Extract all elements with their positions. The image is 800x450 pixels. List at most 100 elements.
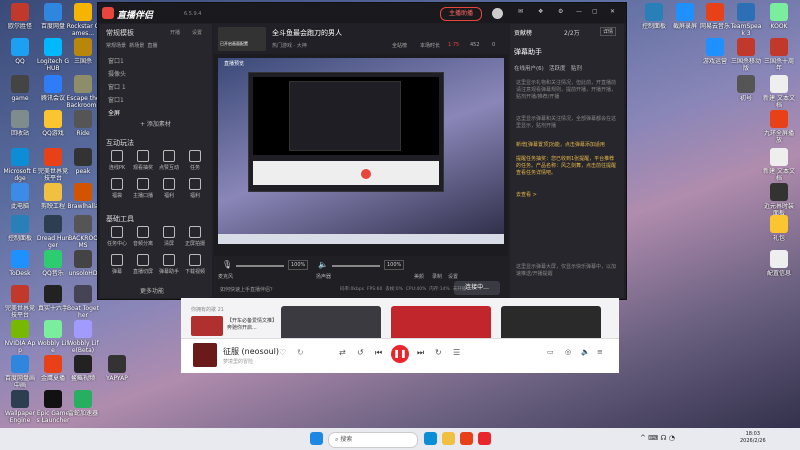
desktop-icon[interactable]: Brawlhalla [66,183,100,210]
tool-button[interactable]: 主播口播 [130,178,156,199]
add-material-button[interactable]: + 添加素材 [140,119,171,128]
more-features-button[interactable]: 更多功能 [140,286,164,295]
desktop-icon[interactable]: 礼包 [762,215,796,242]
desktop-icon[interactable]: QQ音乐 [36,250,70,277]
avatar[interactable] [492,8,503,19]
desktop-icon[interactable]: 金鹰夏播 [36,355,70,382]
desktop-icon[interactable]: QQ [3,38,37,65]
desktop-icon[interactable]: QQ游戏 [36,110,70,137]
beauty-button[interactable]: 美颜 [414,273,424,280]
pause-button[interactable]: ❚❚ [391,345,409,363]
tool-button[interactable]: 清屏 [156,226,182,247]
mic-volume[interactable]: 100% [288,260,309,270]
desktop-icon[interactable]: 配置信息 [762,250,796,277]
desktop-icon[interactable]: 百度网盘 [36,3,70,30]
rewind-icon[interactable]: ↺ [357,348,364,357]
tool-button[interactable]: 音频分离 [130,226,156,247]
speaker-icon[interactable]: 🔈 [318,260,328,269]
desktop-icon[interactable]: Wallpaper Engine [3,390,37,424]
menu-settings[interactable]: 设置 [192,29,202,36]
desktop-icon[interactable]: 三国杀十周年 [762,38,796,72]
stat-rank[interactable]: 全站榜 [392,42,407,49]
album-card[interactable] [281,306,381,342]
tab-online-users[interactable]: 在线用户(6) [514,66,544,72]
desktop-icon[interactable]: KOOK [762,3,796,30]
tool-button[interactable]: 正屏拍摄 [182,226,208,247]
stream-title[interactable]: 全斗鱼最会跑刀的男人 [272,28,342,38]
desktop-icon[interactable]: Microsoft Edge [3,148,37,182]
desktop-icon[interactable]: 网易云音乐 [698,3,732,30]
desktop-icon[interactable]: 剪映工程 [36,183,70,210]
live-app-taskbar-icon[interactable] [460,432,473,445]
desktop-icon[interactable]: Epic Games Launcher [36,390,70,424]
desktop-icon[interactable]: 完美世界竞技平台 [3,285,37,319]
danmu-message[interactable]: 提醒任务抽奖：您已收到1张提醒，平台推荐的任务。产品名称：风之剑舞，点击前往提醒… [516,156,618,177]
music-taskbar-icon[interactable] [478,432,491,445]
tool-button[interactable]: 福利 [156,178,182,199]
share-icon[interactable]: ↻ [297,348,304,357]
menu-open[interactable]: 开播 [170,29,180,36]
scene-item[interactable]: 窗口1 [108,56,206,66]
song-card-cover[interactable] [191,316,223,336]
loop-icon[interactable]: ⇄ [339,348,346,357]
mic-slider[interactable] [236,265,284,267]
desktop-icon[interactable]: 截屏录屏 [668,3,702,30]
settings-icon[interactable]: ⚙ [558,8,563,15]
speaker-slider[interactable] [332,265,380,267]
desktop-icon[interactable]: 三国杀 [66,38,100,65]
desktop-icon[interactable]: 控制面板 [3,215,37,242]
settings-button[interactable]: 设置 [448,273,458,280]
quality-icon[interactable]: ▭ [547,348,554,356]
desktop-icon[interactable]: Wobbly Life [36,320,70,354]
scene-item[interactable]: 窗口 1 [108,82,206,92]
danmu-message[interactable]: 去查看 > [516,192,618,199]
desktop-icon[interactable]: 三国杀移动版 [729,38,763,72]
desktop-icon[interactable]: NVIDIA App [3,320,37,354]
desktop-icon[interactable]: 游戏运营 [698,38,732,65]
mic-icon[interactable]: 🎙 [222,260,232,269]
start-icon[interactable] [310,432,323,445]
live-assist-button[interactable]: 主播助播 [440,7,482,21]
minimize-icon[interactable]: — [576,8,582,15]
desktop-icon[interactable]: 新建 文本文档 [762,75,796,109]
record-button[interactable]: 录制 [432,273,442,280]
desktop-icon[interactable]: 腾讯会议 [36,75,70,102]
playlist-icon[interactable]: ☰ [453,348,460,357]
maximize-icon[interactable]: ▢ [592,8,598,15]
stream-thumbnail[interactable]: 已开启画面配置 [218,27,266,51]
stream-preview[interactable]: 直播预览 [218,58,504,244]
tool-button[interactable]: 下载视频 [182,254,208,275]
desktop-icon[interactable]: ToDesk [3,250,37,277]
desktop-icon[interactable]: unsoloHD [66,250,100,277]
desktop-icon[interactable]: 新建 文本文档 [762,148,796,182]
song-title[interactable]: 征服 (neosoul) [223,346,279,357]
song-cover[interactable] [193,343,217,367]
desktop-icon[interactable]: 近元界时装面板 [762,183,796,217]
tool-button[interactable]: 点赞互动 [156,150,182,171]
tool-button[interactable]: 福袋 [104,178,130,199]
edge-icon[interactable] [424,432,437,445]
tool-button[interactable]: 弹幕助手 [156,254,182,275]
desktop-icon[interactable]: BACKROOMS [66,215,100,249]
scene-tab-1[interactable]: 新场景 [129,43,144,49]
scene-tab-2[interactable]: 直播 [147,43,157,49]
tab-contribution[interactable]: 贡献榜 [514,28,532,37]
tab-count[interactable]: 2/2万 [564,28,580,37]
desktop-icon[interactable]: Boat Together [66,285,100,319]
forward-icon[interactable]: ↻ [435,348,442,357]
close-icon[interactable]: ✕ [610,8,615,15]
desktop-icon[interactable]: Dread Hunger [36,215,70,249]
quick-start-link[interactable]: 如何快速上手直播伴侣？ [220,286,275,293]
desktop-icon[interactable]: 回收站 [3,110,37,137]
desktop-icon[interactable]: 鳌鳐视频 [66,355,100,382]
desktop-icon[interactable]: Ride [66,110,100,137]
album-card[interactable] [501,306,601,342]
desktop-icon[interactable]: 完美世界竞技平台 [36,148,70,182]
desktop-icon[interactable]: 初号 [729,75,763,102]
clock[interactable]: 18:03 2026/2/26 [740,431,766,445]
scene-tab-0[interactable]: 常规场景 [106,43,126,49]
desktop-icon[interactable]: 雷蛇加速器 [66,390,100,417]
desktop-icon[interactable]: 真实十六手 [36,285,70,312]
desktop-icon[interactable]: YAPYAP [100,355,134,382]
tool-button[interactable]: 观看抽奖 [130,150,156,171]
